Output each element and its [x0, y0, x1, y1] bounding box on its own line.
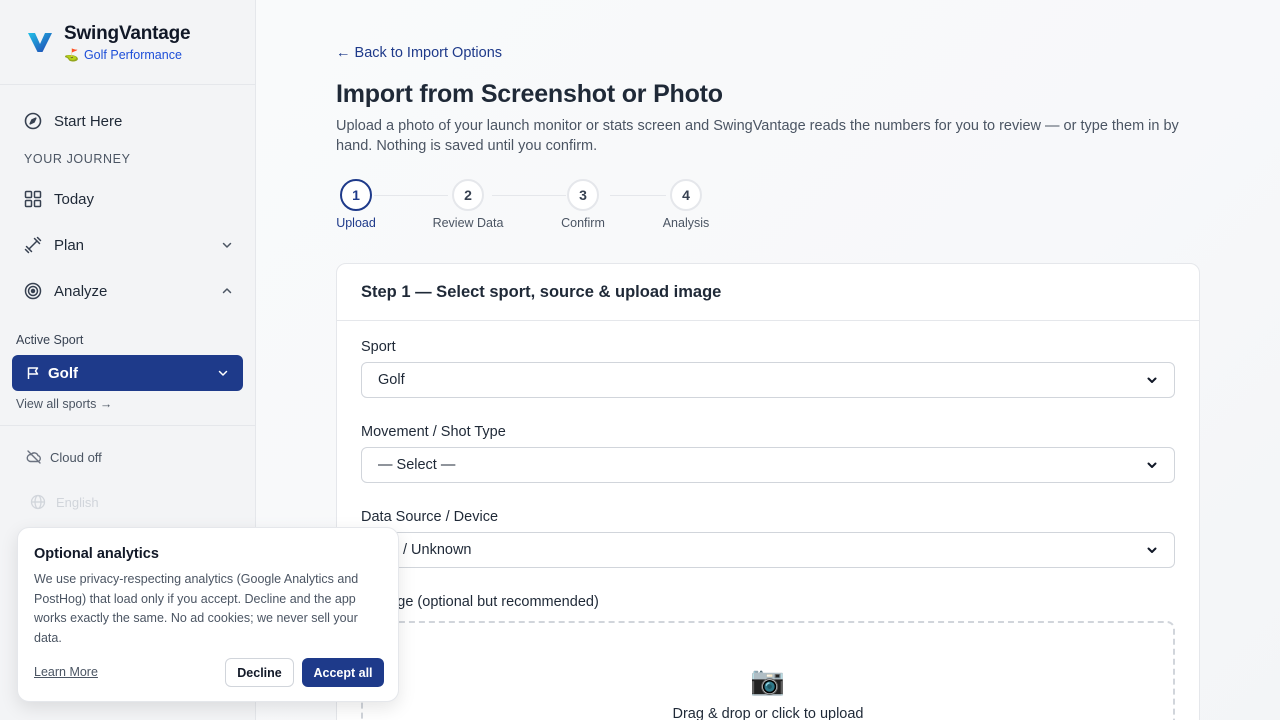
consent-title: Optional analytics: [34, 546, 159, 562]
language-selector[interactable]: English: [30, 494, 99, 510]
card-title: Step 1 — Select sport, source & upload i…: [337, 264, 1199, 321]
chevron-down-icon: [1147, 377, 1157, 383]
globe-icon: [30, 494, 46, 510]
step-number: 3: [567, 179, 599, 211]
language-label: English: [56, 494, 99, 510]
import-stepper: 1 Upload 2 Review Data 3 Confirm 4 Analy…: [336, 179, 736, 234]
upload-card: Step 1 — Select sport, source & upload i…: [336, 263, 1200, 720]
step-confirm[interactable]: 3 Confirm: [558, 179, 608, 230]
brand-header[interactable]: SwingVantage ⛳ Golf Performance: [0, 0, 255, 85]
step-label: Review Data: [432, 216, 504, 230]
target-icon: [24, 282, 42, 300]
decline-button[interactable]: Decline: [225, 658, 294, 687]
step-upload[interactable]: 1 Upload: [336, 179, 376, 230]
movement-select[interactable]: — Select —: [361, 447, 1175, 483]
sidebar-item-today[interactable]: Today: [0, 179, 255, 219]
step-analysis[interactable]: 4 Analysis: [661, 179, 711, 230]
accept-all-button[interactable]: Accept all: [302, 658, 384, 687]
section-label-journey: YOUR JOURNEY: [24, 152, 131, 166]
cloud-off-icon: [26, 450, 41, 464]
sidebar-item-start-here[interactable]: Start Here: [0, 101, 255, 141]
sidebar-item-label: Analyze: [54, 282, 108, 300]
sidebar-divider: [0, 425, 256, 426]
step-number: 4: [670, 179, 702, 211]
chevron-down-icon[interactable]: [221, 239, 233, 251]
dropzone-text: Drag & drop or click to upload: [672, 706, 864, 720]
chevron-down-icon: [1147, 547, 1157, 553]
active-sport-select[interactable]: Golf: [12, 355, 243, 391]
sidebar-item-plan[interactable]: Plan: [0, 225, 255, 265]
chevron-down-icon: [218, 370, 228, 376]
camera-icon: 📷: [750, 665, 785, 696]
grid-icon: [24, 190, 42, 208]
step-connector: [492, 195, 566, 196]
step-label: Upload: [336, 216, 376, 230]
data-source-select[interactable]: ner / Unknown: [361, 532, 1175, 568]
view-all-sports-link[interactable]: View all sports →: [16, 397, 112, 411]
cloud-status-label: Cloud off: [50, 449, 102, 465]
sport-select-value: Golf: [378, 372, 405, 388]
sidebar-item-label: Today: [54, 190, 95, 208]
active-sport-value: Golf: [48, 364, 78, 382]
step-number: 2: [452, 179, 484, 211]
analytics-consent-popup: Optional analytics We use privacy-respec…: [17, 527, 399, 702]
movement-select-value: — Select —: [378, 457, 456, 473]
main-content: ← Back to Import Options Import from Scr…: [256, 0, 1280, 720]
learn-more-link[interactable]: Learn More: [34, 665, 98, 679]
movement-label: Movement / Shot Type: [361, 424, 506, 440]
step-label: Confirm: [561, 216, 605, 230]
page-title: Import from Screenshot or Photo: [336, 80, 723, 108]
step-review-data[interactable]: 2 Review Data: [433, 179, 503, 230]
flag-icon: [27, 367, 39, 379]
brand-name: SwingVantage: [64, 22, 191, 44]
step-connector: [610, 195, 666, 196]
step-label: Analysis: [662, 216, 710, 230]
step-number: 1: [340, 179, 372, 211]
sidebar-nav: Start Here YOUR JOURNEY Today Plan Analy…: [0, 85, 255, 311]
active-sport-label: Active Sport: [16, 333, 84, 347]
consent-text: We use privacy-respecting analytics (Goo…: [34, 572, 359, 645]
page-description: Upload a photo of your launch monitor or…: [336, 118, 1179, 154]
brand-subtitle: ⛳ Golf Performance: [64, 48, 190, 62]
data-source-label: Data Source / Device: [361, 509, 499, 525]
sport-label: Sport: [361, 339, 396, 355]
chevron-up-icon[interactable]: [221, 285, 233, 297]
compass-icon: [24, 112, 42, 130]
data-source-select-value: ner / Unknown: [378, 542, 472, 558]
image-dropzone[interactable]: 📷 Drag & drop or click to upload: [361, 621, 1175, 720]
brand-subtitle-text: Golf Performance: [83, 47, 182, 62]
cloud-status[interactable]: Cloud off: [26, 449, 102, 465]
brand-logo-icon: [28, 33, 52, 52]
chevron-down-icon: [1147, 462, 1157, 468]
sidebar-item-label: Start Here: [54, 112, 123, 130]
sport-select[interactable]: Golf: [361, 362, 1175, 398]
sidebar-item-analyze[interactable]: Analyze: [0, 271, 255, 311]
dumbbell-icon: [24, 236, 42, 254]
golf-flag-icon: ⛳: [64, 47, 79, 62]
sidebar-item-label: Plan: [54, 236, 85, 254]
back-to-import-options-link[interactable]: ← Back to Import Options: [336, 45, 502, 61]
